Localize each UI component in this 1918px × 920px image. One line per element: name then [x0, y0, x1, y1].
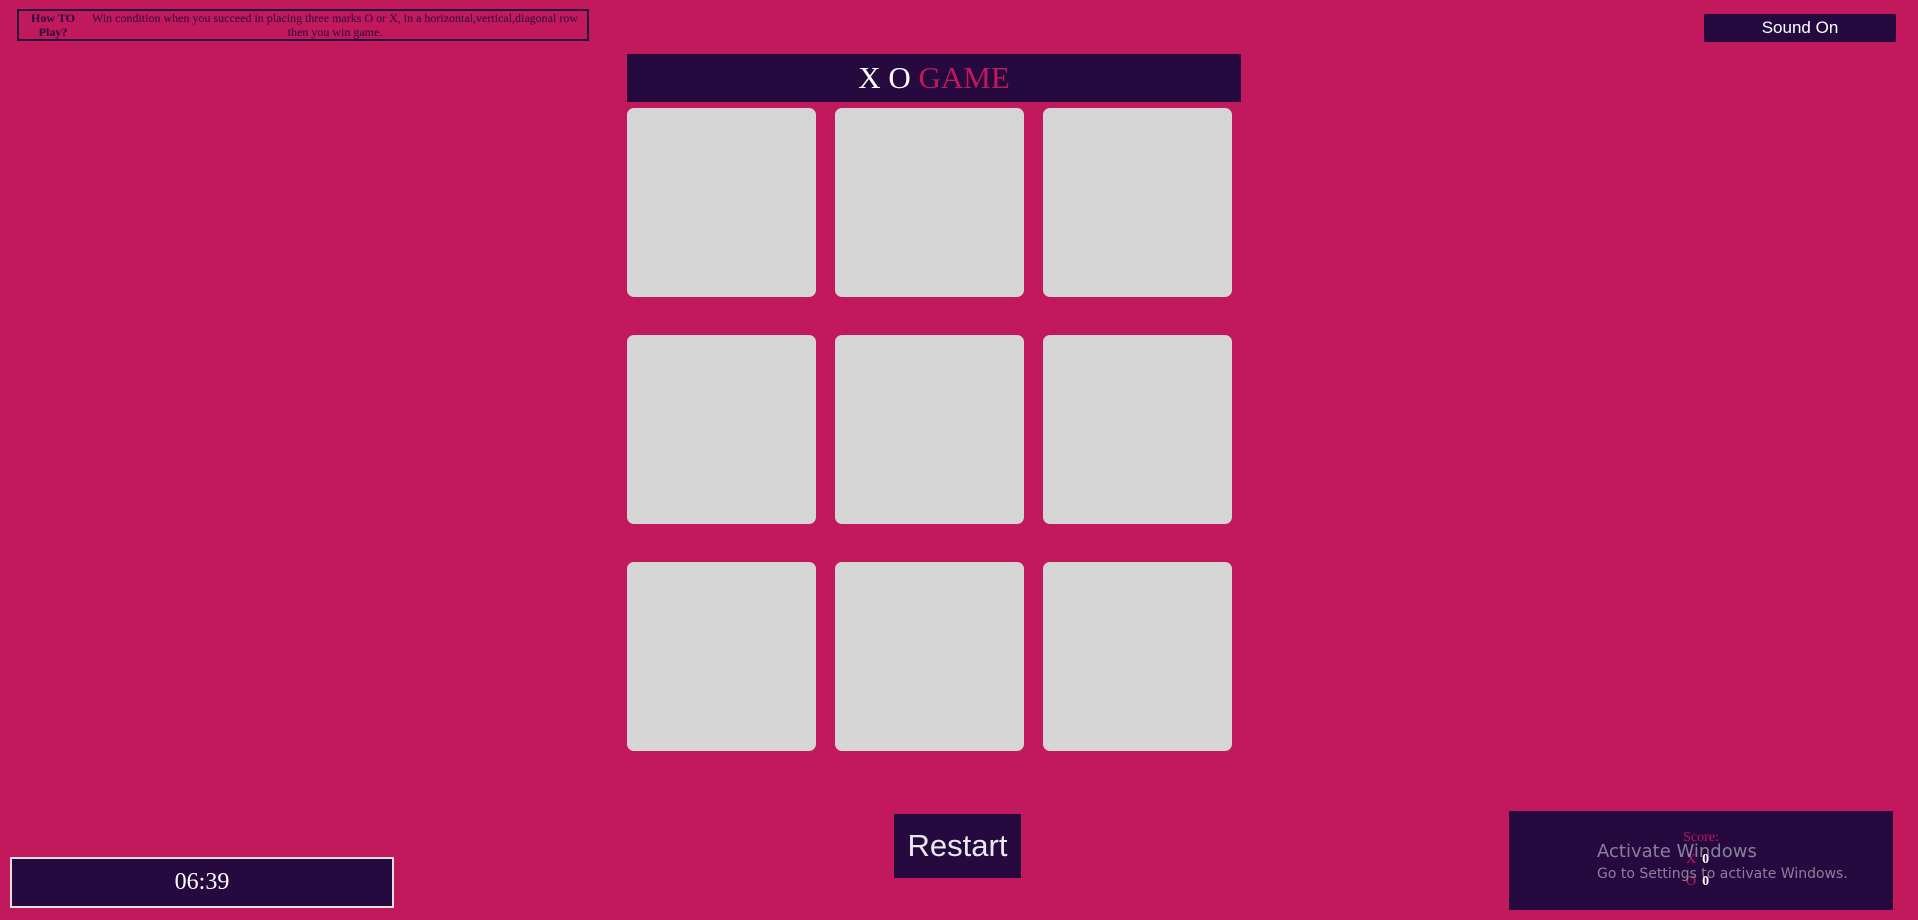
how-to-play-title: How TO Play?: [31, 11, 75, 39]
sound-toggle-button[interactable]: Sound On: [1704, 14, 1896, 42]
board-cell-7[interactable]: [627, 562, 816, 751]
how-to-play-box: How TO Play? Win condition when you succ…: [17, 9, 589, 41]
board-cell-4[interactable]: [627, 335, 816, 524]
score-panel: Score: X 0 O 0: [1509, 811, 1893, 910]
score-x-row: X 0: [1686, 852, 1709, 868]
score-label: Score:: [1683, 830, 1719, 845]
board-cell-3[interactable]: [1043, 108, 1232, 297]
board-cell-2[interactable]: [835, 108, 1024, 297]
title-xo: X O: [858, 60, 911, 95]
game-title-bar: X O GAME: [627, 54, 1241, 102]
board-cell-5[interactable]: [835, 335, 1024, 524]
board-cell-1[interactable]: [627, 108, 816, 297]
board-cell-9[interactable]: [1043, 562, 1232, 751]
restart-button[interactable]: Restart: [894, 814, 1021, 878]
game-timer: 06:39: [10, 857, 394, 908]
score-o-value: 0: [1702, 874, 1710, 889]
game-board: [627, 108, 1233, 751]
title-game: GAME: [918, 60, 1010, 95]
how-to-play-text: Win condition when you succeed in placin…: [91, 11, 579, 39]
score-x-value: 0: [1702, 852, 1710, 867]
score-o-label: O: [1686, 874, 1697, 889]
score-o-row: O 0: [1686, 874, 1709, 890]
board-cell-8[interactable]: [835, 562, 1024, 751]
board-cell-6[interactable]: [1043, 335, 1232, 524]
score-x-label: X: [1686, 852, 1697, 867]
